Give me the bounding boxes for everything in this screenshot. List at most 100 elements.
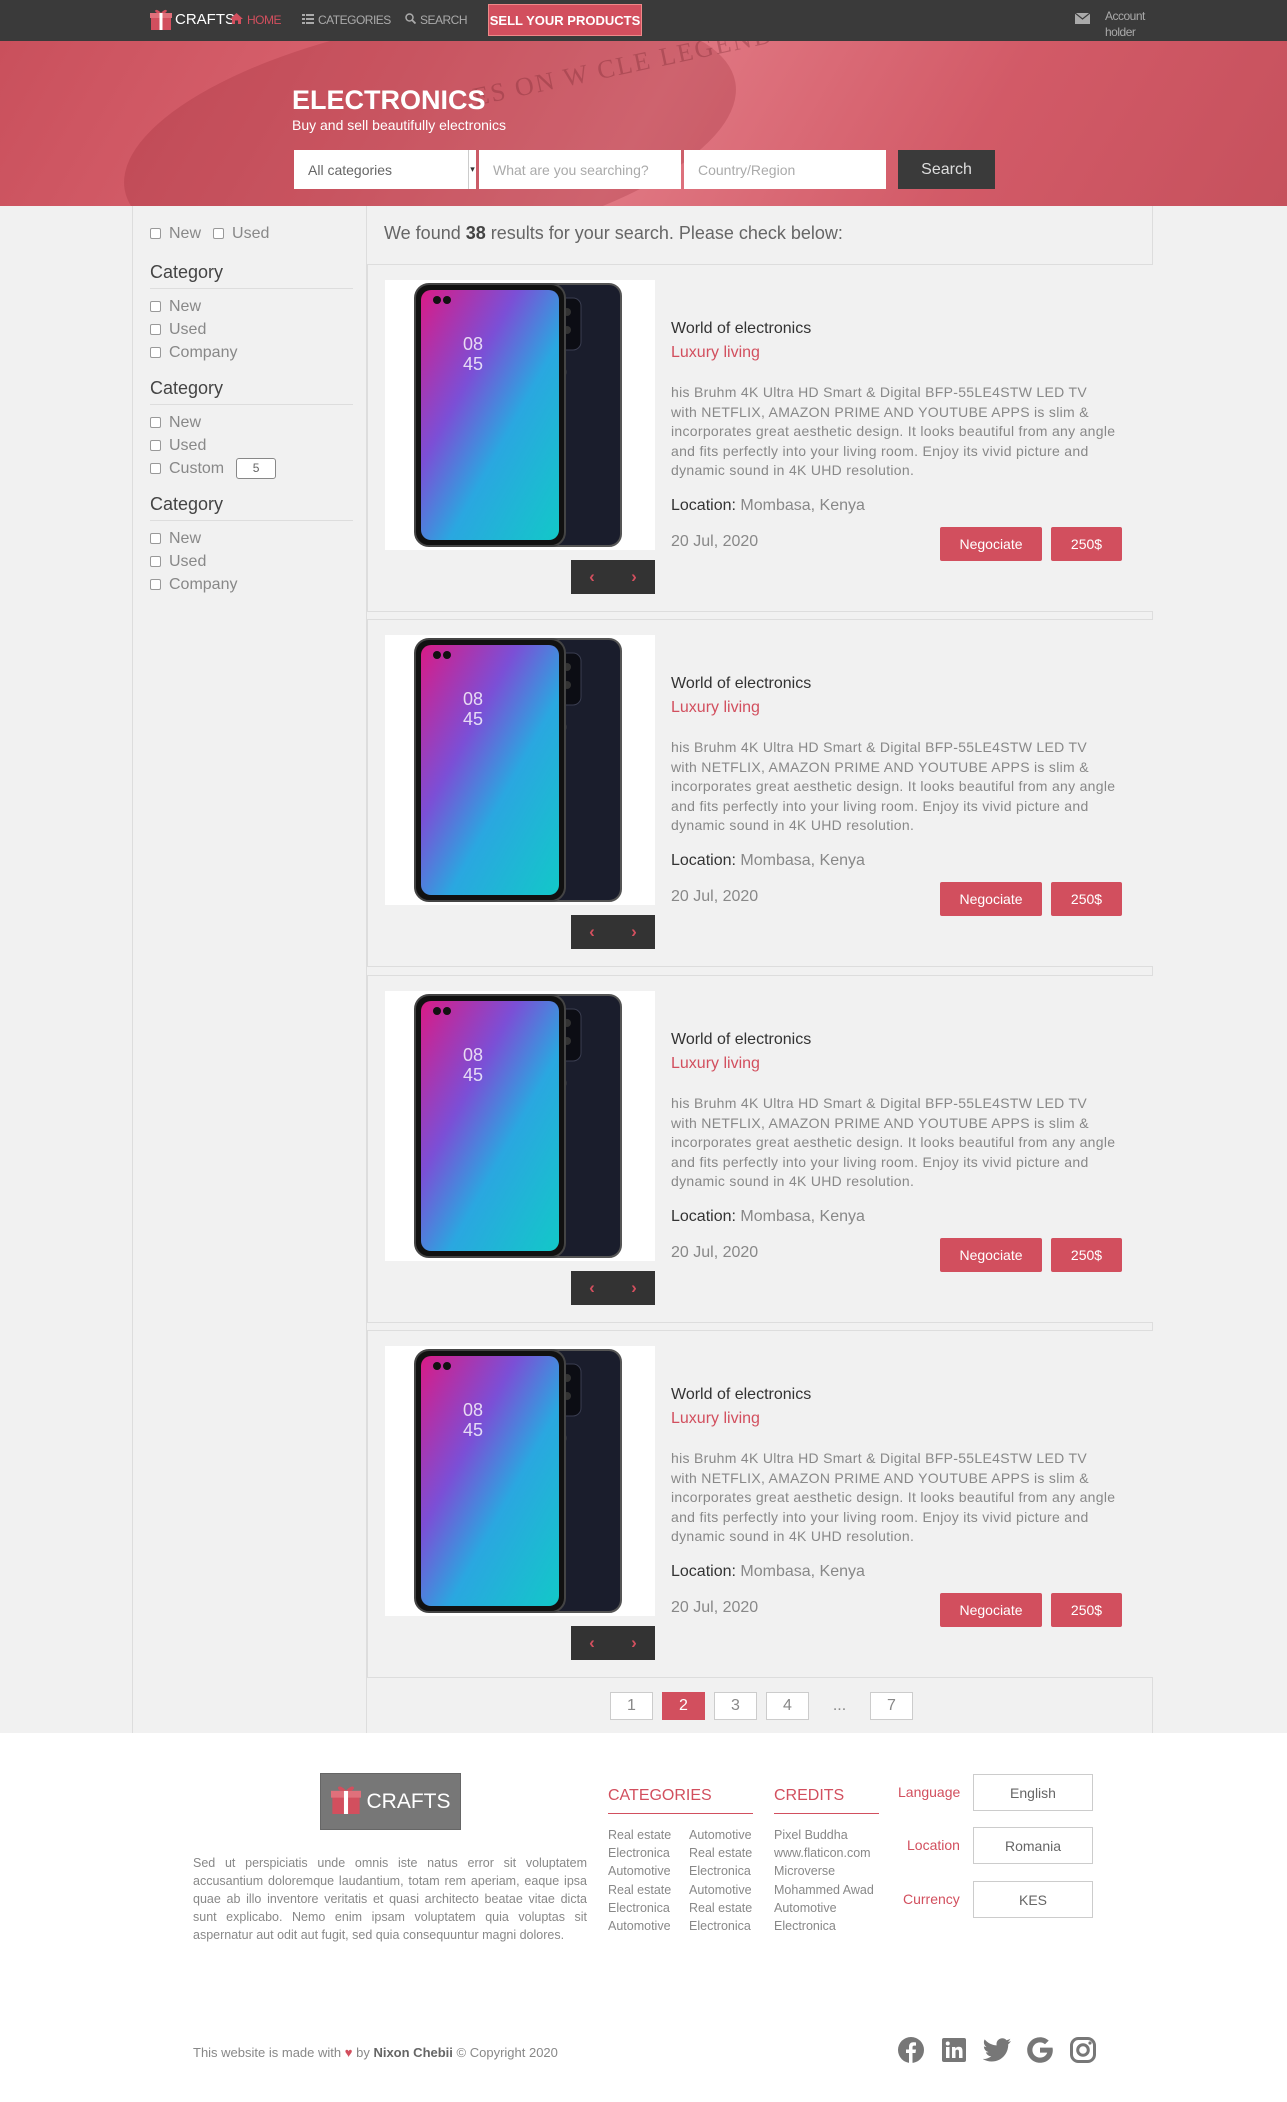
nav-categories[interactable]: CATEGORIES <box>302 13 391 27</box>
footer-link[interactable]: Automotive <box>608 1862 671 1880</box>
chevron-right-icon[interactable]: › <box>631 567 637 587</box>
footer-link[interactable]: Electronica <box>689 1917 752 1935</box>
page-button[interactable]: 3 <box>714 1692 757 1720</box>
footer-link[interactable]: Pixel Buddha <box>774 1826 874 1844</box>
page-button-current[interactable]: 2 <box>662 1692 705 1720</box>
filter-used-checkbox[interactable]: Used <box>213 222 269 245</box>
checkbox[interactable] <box>150 579 161 590</box>
sell-products-button[interactable]: SELL YOUR PRODUCTS <box>488 4 642 36</box>
nav-home[interactable]: HOME <box>230 13 282 27</box>
filter-checkbox[interactable]: New <box>150 411 353 434</box>
listing-card[interactable]: 08 45 ‹ › World of electronics Luxury living h… <box>367 1330 1153 1678</box>
filter-checkbox[interactable]: New <box>150 295 353 318</box>
facebook-icon[interactable] <box>897 2036 925 2064</box>
product-image[interactable]: 08 45 <box>385 991 655 1261</box>
copyright-author[interactable]: Nixon Chebii <box>373 2045 452 2060</box>
filter-new-checkbox[interactable]: New <box>150 222 201 245</box>
negotiate-button[interactable]: Negociate <box>940 527 1042 561</box>
footer-link[interactable]: Electronica <box>689 1862 752 1880</box>
filter-checkbox[interactable]: New <box>150 527 353 550</box>
search-button[interactable]: Search <box>898 150 995 189</box>
product-image[interactable]: 08 45 <box>385 280 655 550</box>
chevron-left-icon[interactable]: ‹ <box>589 922 595 942</box>
shop-name[interactable]: World of electronics <box>671 1031 811 1049</box>
google-icon[interactable] <box>1026 2036 1054 2064</box>
page-button[interactable]: 1 <box>610 1692 653 1720</box>
checkbox[interactable] <box>150 556 161 567</box>
filter-checkbox[interactable]: Company <box>150 573 353 596</box>
listing-card[interactable]: 08 45 ‹ › World of electronics Luxury living h… <box>367 619 1153 967</box>
footer-link[interactable]: Electronica <box>608 1899 671 1917</box>
footer-link[interactable]: Automotive <box>689 1826 752 1844</box>
listing-card[interactable]: 08 45 ‹ › World of electronics Luxury living h… <box>367 264 1153 612</box>
chevron-left-icon[interactable]: ‹ <box>589 1278 595 1298</box>
checkbox[interactable] <box>150 533 161 544</box>
nav-search[interactable]: SEARCH <box>405 13 468 27</box>
instagram-icon[interactable] <box>1069 2036 1097 2064</box>
checkbox[interactable] <box>213 228 225 239</box>
footer-link[interactable]: Electronica <box>608 1844 671 1862</box>
footer-logo[interactable]: CRAFTS <box>320 1773 461 1830</box>
custom-value-input[interactable]: 5 <box>236 458 277 479</box>
page-button[interactable]: 7 <box>870 1692 913 1720</box>
shop-name[interactable]: World of electronics <box>671 1386 811 1404</box>
footer-link[interactable]: Real estate <box>608 1826 671 1844</box>
footer-link[interactable]: www.flaticon.com <box>774 1844 874 1862</box>
filter-checkbox[interactable]: Custom 5 <box>150 457 353 480</box>
product-image[interactable]: 08 45 <box>385 635 655 905</box>
brand-logo[interactable]: CRAFTS <box>150 7 235 31</box>
checkbox[interactable] <box>150 417 161 428</box>
twitter-icon[interactable] <box>983 2036 1011 2064</box>
location-select[interactable]: Romania <box>973 1827 1093 1864</box>
filter-checkbox[interactable]: Used <box>150 434 353 457</box>
filter-label: Used <box>169 552 207 570</box>
checkbox[interactable] <box>150 301 161 312</box>
product-image[interactable]: 08 45 <box>385 1346 655 1616</box>
account-menu[interactable]: Account holder <box>1074 8 1145 40</box>
linkedin-icon[interactable] <box>940 2036 968 2064</box>
category-select[interactable]: All categories ▾ <box>294 150 476 189</box>
listing-tag[interactable]: Luxury living <box>671 699 760 717</box>
language-select[interactable]: English <box>973 1774 1093 1811</box>
chevron-left-icon[interactable]: ‹ <box>589 567 595 587</box>
chevron-right-icon[interactable]: › <box>631 922 637 942</box>
filter-checkbox[interactable]: Used <box>150 318 353 341</box>
footer-link[interactable]: Automotive <box>689 1881 752 1899</box>
chevron-right-icon[interactable]: › <box>631 1278 637 1298</box>
listing-tag[interactable]: Luxury living <box>671 1410 760 1428</box>
shop-name[interactable]: World of electronics <box>671 675 811 693</box>
search-input[interactable]: What are you searching? <box>479 150 681 189</box>
checkbox[interactable] <box>150 463 161 474</box>
filter-checkbox[interactable]: Used <box>150 550 353 573</box>
footer-link[interactable]: Automotive <box>608 1917 671 1935</box>
checkbox[interactable] <box>150 228 161 239</box>
negotiate-button[interactable]: Negociate <box>940 882 1042 916</box>
price-button[interactable]: 250$ <box>1051 1238 1122 1272</box>
checkbox[interactable] <box>150 440 161 451</box>
checkbox[interactable] <box>150 324 161 335</box>
negotiate-button[interactable]: Negociate <box>940 1238 1042 1272</box>
shop-name[interactable]: World of electronics <box>671 320 811 338</box>
footer-link[interactable]: Automotive <box>774 1899 874 1917</box>
price-button[interactable]: 250$ <box>1051 527 1122 561</box>
footer-link[interactable]: Real estate <box>689 1844 752 1862</box>
footer-link[interactable]: Electronica <box>774 1917 874 1935</box>
footer-link[interactable]: Microverse <box>774 1862 874 1880</box>
chevron-left-icon[interactable]: ‹ <box>589 1633 595 1653</box>
price-button[interactable]: 250$ <box>1051 1593 1122 1627</box>
region-input[interactable]: Country/Region <box>684 150 886 189</box>
footer-link[interactable]: Real estate <box>689 1899 752 1917</box>
footer-link[interactable]: Mohammed Awad <box>774 1881 874 1899</box>
filter-label: Company <box>169 343 238 361</box>
listing-card[interactable]: 08 45 ‹ › World of electronics Luxury living h… <box>367 975 1153 1323</box>
listing-tag[interactable]: Luxury living <box>671 344 760 362</box>
footer-link[interactable]: Real estate <box>608 1881 671 1899</box>
listing-tag[interactable]: Luxury living <box>671 1055 760 1073</box>
filter-checkbox[interactable]: Company <box>150 341 353 364</box>
page-button[interactable]: 4 <box>766 1692 809 1720</box>
price-button[interactable]: 250$ <box>1051 882 1122 916</box>
currency-select[interactable]: KES <box>973 1881 1093 1918</box>
chevron-right-icon[interactable]: › <box>631 1633 637 1653</box>
checkbox[interactable] <box>150 347 161 358</box>
negotiate-button[interactable]: Negociate <box>940 1593 1042 1627</box>
